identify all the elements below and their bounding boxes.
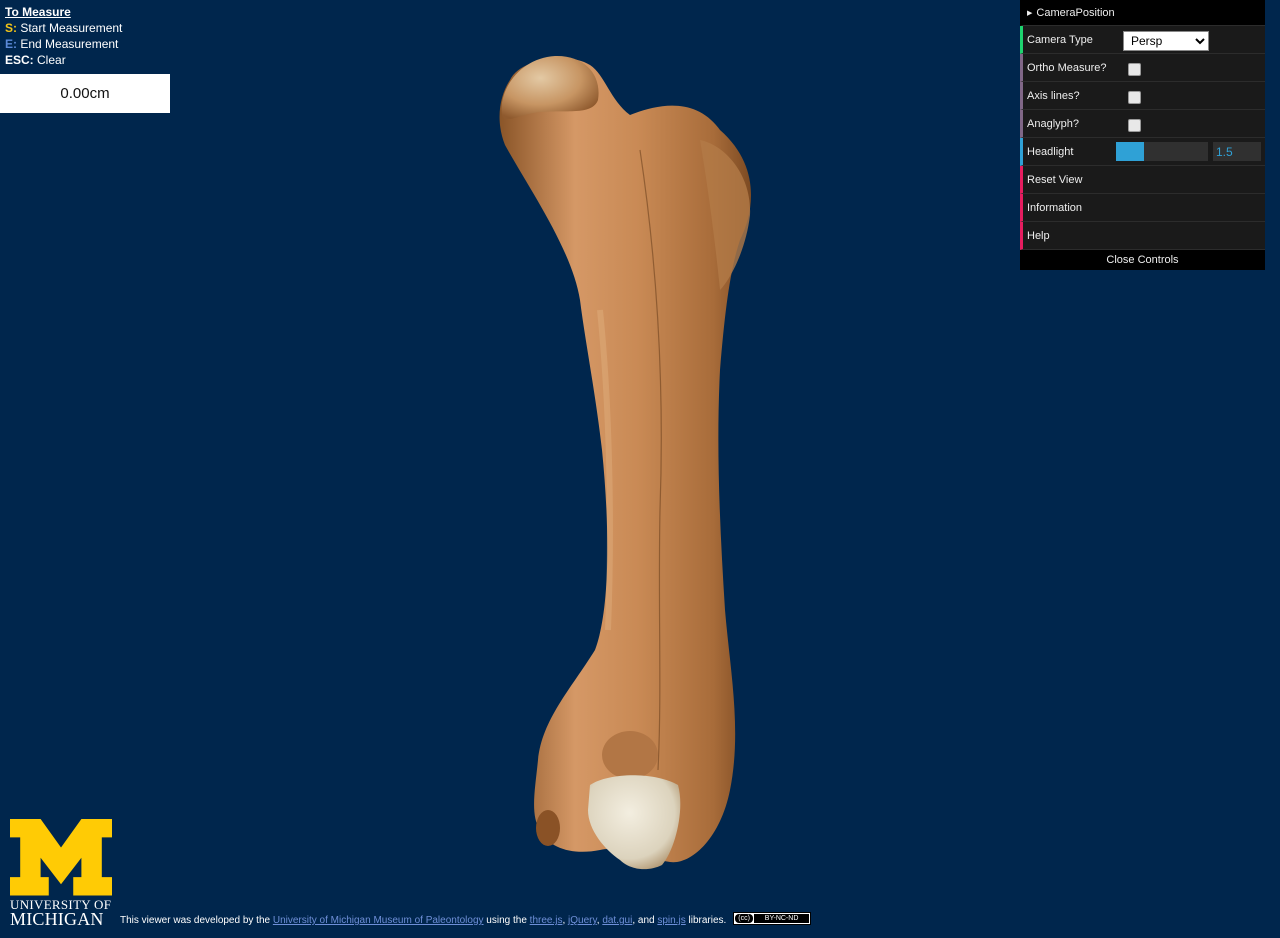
information-button[interactable]: Information xyxy=(1020,194,1265,222)
measure-title: To Measure xyxy=(5,5,71,19)
measure-instructions: To Measure S: Start Measurement E: End M… xyxy=(5,4,122,68)
credits-footer: This viewer was developed by the Univers… xyxy=(120,912,812,927)
ortho-measure-row: Ortho Measure? xyxy=(1020,54,1265,82)
license-text: BY-NC-ND xyxy=(754,914,810,923)
axis-lines-label: Axis lines? xyxy=(1027,89,1080,102)
museum-link[interactable]: University of Michigan Museum of Paleont… xyxy=(273,915,484,926)
end-label: End Measurement xyxy=(20,37,119,51)
clear-hint: ESC: Clear xyxy=(5,52,122,68)
information-label: Information xyxy=(1027,201,1083,214)
jquery-link[interactable]: jQuery xyxy=(568,915,597,926)
headlight-slider[interactable] xyxy=(1116,142,1208,161)
credit-suffix: libraries. xyxy=(688,915,727,927)
spinjs-link[interactable]: spin.js xyxy=(657,915,685,926)
clear-key: ESC: xyxy=(5,53,34,67)
datgui-link[interactable]: dat.gui xyxy=(602,915,632,926)
axis-lines-row: Axis lines? xyxy=(1020,82,1265,110)
camera-type-row: Camera Type Persp xyxy=(1020,26,1265,54)
university-wordmark: UNIVERSITY OF MICHIGAN xyxy=(10,897,111,929)
distal-condyle xyxy=(588,775,681,870)
folder-triangle-icon: ▶ xyxy=(1027,9,1033,17)
femoral-head xyxy=(501,55,599,120)
clear-label: Clear xyxy=(37,53,66,67)
cc-license-badge[interactable]: (cc) BY-NC-ND xyxy=(733,912,812,925)
anaglyph-label: Anaglyph? xyxy=(1027,117,1079,130)
cc-icon: (cc) xyxy=(735,914,754,923)
anaglyph-checkbox[interactable] xyxy=(1128,119,1141,132)
anaglyph-row: Anaglyph? xyxy=(1020,110,1265,138)
headlight-slider-fill xyxy=(1116,142,1144,161)
start-measurement-hint: S: Start Measurement xyxy=(5,20,122,36)
end-key: E: xyxy=(5,37,17,51)
michigan-text: MICHIGAN xyxy=(10,909,104,929)
start-key: S: xyxy=(5,21,17,35)
headlight-value-input[interactable]: 1.5 xyxy=(1213,142,1261,161)
help-label: Help xyxy=(1027,229,1050,242)
end-measurement-hint: E: End Measurement xyxy=(5,36,122,52)
controls-panel: ▶ CameraPosition Camera Type Persp Ortho… xyxy=(1020,0,1265,270)
threejs-link[interactable]: three.js xyxy=(530,915,563,926)
start-label: Start Measurement xyxy=(20,21,123,35)
ortho-measure-label: Ortho Measure? xyxy=(1027,61,1107,74)
reset-view-button[interactable]: Reset View xyxy=(1020,166,1265,194)
medial-epicondyle xyxy=(602,731,658,779)
headlight-label: Headlight xyxy=(1027,145,1074,158)
credit-and: , and xyxy=(632,915,655,927)
bone-model-viewport[interactable] xyxy=(480,50,780,880)
camera-type-label: Camera Type xyxy=(1027,33,1093,46)
michigan-block-m-logo xyxy=(10,819,112,896)
help-button[interactable]: Help xyxy=(1020,222,1265,250)
headlight-row: Headlight 1.5 xyxy=(1020,138,1265,166)
close-controls-button[interactable]: Close Controls xyxy=(1020,250,1265,270)
reset-view-label: Reset View xyxy=(1027,173,1083,186)
folder-label: CameraPosition xyxy=(1036,6,1115,19)
credit-prefix: This viewer was developed by the xyxy=(120,915,271,927)
credit-using: using the xyxy=(486,915,527,927)
axis-lines-checkbox[interactable] xyxy=(1128,91,1141,104)
camera-type-select[interactable]: Persp xyxy=(1123,31,1209,51)
ortho-measure-checkbox[interactable] xyxy=(1128,63,1141,76)
measurement-readout: 0.00cm xyxy=(0,74,170,113)
camera-position-folder[interactable]: ▶ CameraPosition xyxy=(1020,0,1265,26)
